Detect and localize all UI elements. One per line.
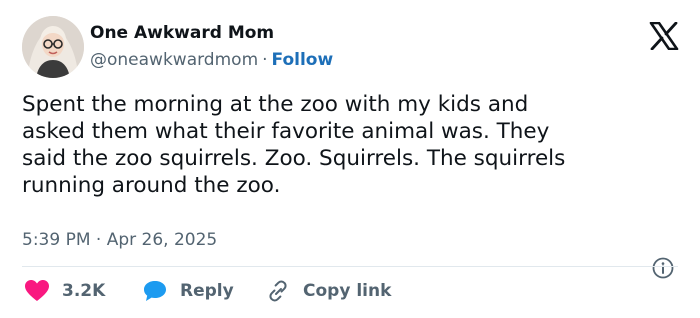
tweet-date: Apr 26, 2025 bbox=[106, 230, 218, 250]
author-handle-line: @oneawkwardmom · Follow bbox=[90, 48, 333, 72]
link-icon bbox=[269, 280, 287, 302]
copy-link-button[interactable]: Copy link bbox=[265, 277, 391, 305]
speech-bubble-icon bbox=[144, 281, 166, 301]
tweet-timestamp[interactable]: 5:39 PM · Apr 26, 2025 bbox=[22, 228, 217, 252]
follow-button[interactable]: Follow bbox=[272, 50, 334, 70]
tweet-time: 5:39 PM bbox=[22, 230, 91, 250]
divider bbox=[22, 266, 678, 267]
avatar[interactable] bbox=[22, 16, 84, 78]
x-logo-icon[interactable] bbox=[649, 21, 679, 51]
avatar-image bbox=[22, 16, 84, 78]
author-handle[interactable]: @oneawkwardmom bbox=[90, 50, 258, 70]
like-count: 3.2K bbox=[62, 281, 106, 301]
reply-button[interactable]: Reply bbox=[142, 277, 234, 305]
reply-label: Reply bbox=[180, 281, 234, 301]
copy-link-label: Copy link bbox=[303, 281, 392, 301]
like-button[interactable]: 3.2K bbox=[24, 277, 105, 305]
separator-dot: · bbox=[262, 50, 268, 70]
tweet-text: Spent the morning at the zoo with my kid… bbox=[22, 92, 566, 198]
timestamp-separator: · bbox=[95, 230, 102, 250]
author-name[interactable]: One Awkward Mom bbox=[90, 22, 274, 44]
heart-icon bbox=[25, 280, 49, 301]
info-icon[interactable] bbox=[652, 257, 674, 279]
tweet-header: One Awkward Mom @oneawkwardmom · Follow bbox=[22, 14, 682, 80]
